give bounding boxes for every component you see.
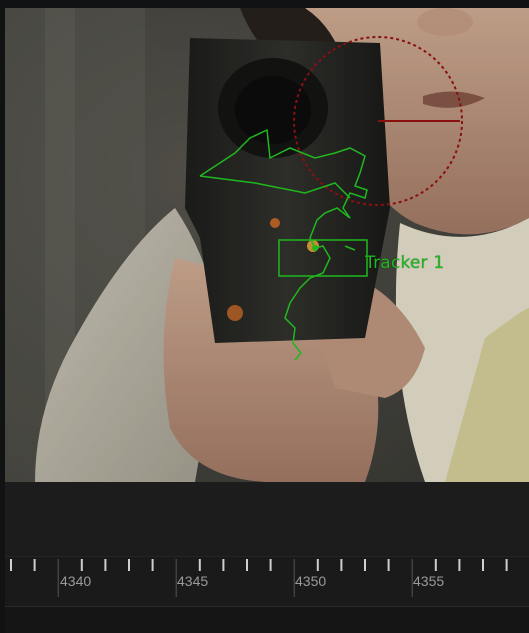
frame-label: 4340 <box>60 573 92 589</box>
tracker-center-point[interactable] <box>312 245 318 251</box>
viewer-bottom-area <box>5 482 529 556</box>
viewer-panel[interactable]: Tracker 1 <box>5 8 529 482</box>
timeline-ruler[interactable]: 4340 4345 4350 4355 <box>5 556 529 607</box>
frame-label: 4350 <box>295 573 327 589</box>
timeline-track[interactable] <box>5 606 529 633</box>
tracker-label: Tracker 1 <box>365 253 445 273</box>
frame-label: 4345 <box>177 573 209 589</box>
viewer-image <box>5 8 529 482</box>
frame-label: 4355 <box>413 573 445 589</box>
